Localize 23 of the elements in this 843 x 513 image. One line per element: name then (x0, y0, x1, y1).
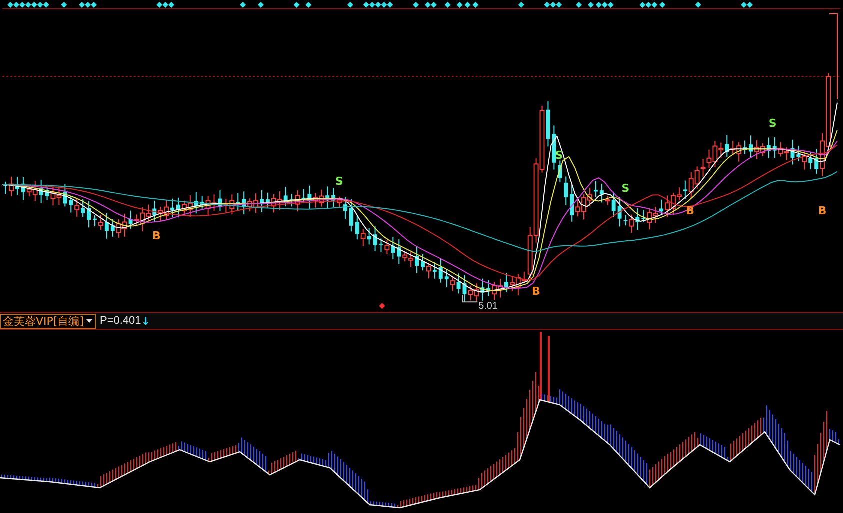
leader-line (462, 294, 478, 303)
buy-signal-label: B (686, 204, 695, 218)
sell-signal-label: S (768, 117, 777, 130)
diamond-icon (379, 303, 386, 310)
low-price-label: 5.01 (478, 301, 498, 312)
candlestick (558, 160, 562, 183)
buy-signal-label: B (152, 230, 161, 243)
candlestick (618, 196, 622, 228)
caret-icon (86, 319, 93, 324)
buy-signal-label: B (532, 285, 540, 298)
buy-signal-label: B (818, 204, 827, 218)
candlestick (552, 125, 556, 170)
sell-signal-label: S (336, 174, 344, 188)
candlestick (438, 258, 443, 284)
trend-arrow: ↓ (141, 314, 151, 328)
candlestick (564, 176, 568, 206)
candlestick (349, 198, 354, 232)
indicator-dropdown[interactable]: 金芙蓉VIP[自编] (0, 314, 96, 329)
candlestick (87, 200, 92, 228)
indicator-reading: P=0.401 (100, 315, 142, 328)
sell-signal-label: S (622, 182, 630, 195)
candlestick (373, 226, 378, 252)
sell-signal-label: S (555, 149, 564, 162)
